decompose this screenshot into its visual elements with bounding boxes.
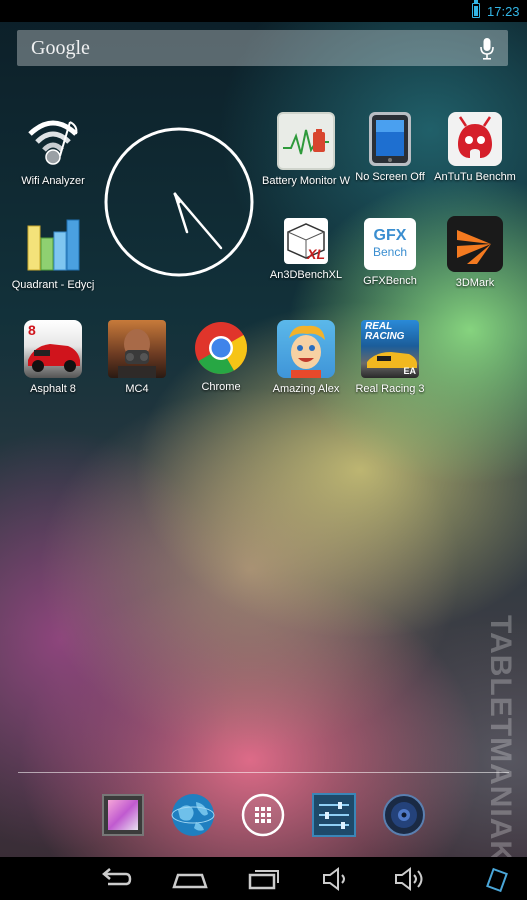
browser-globe-icon[interactable] (170, 792, 216, 838)
app-label: Asphalt 8 (30, 383, 76, 395)
recent-apps-icon[interactable] (244, 865, 284, 893)
app-quadrant[interactable]: Quadrant - Edycj (5, 216, 101, 291)
watermark-text: TABLETMANIAK (484, 615, 517, 864)
real-racing-3-icon: REAL RACING EA (361, 320, 419, 378)
quadrant-icon (24, 216, 82, 274)
status-time: 17:23 (487, 4, 520, 19)
all-apps-icon[interactable] (240, 792, 286, 838)
app-3dmark[interactable]: 3DMark (427, 216, 523, 289)
volume-down-icon[interactable] (316, 865, 356, 893)
icon-text: EA (403, 366, 416, 376)
navigation-bar (0, 857, 527, 900)
home-icon[interactable] (170, 865, 210, 893)
analog-clock-icon[interactable] (103, 126, 255, 278)
icon-text: 8 (28, 322, 36, 338)
app-label: Amazing Alex (272, 383, 340, 395)
settings-icon[interactable] (311, 792, 357, 838)
app-asphalt-8[interactable]: 8 Asphalt 8 (5, 320, 101, 395)
antutu-icon (448, 112, 502, 166)
app-gfxbench[interactable]: GFX Bench GFXBench (342, 218, 438, 287)
screenshot-icon[interactable] (478, 865, 518, 893)
wifi-analyzer-icon (24, 112, 82, 170)
google-search-bar[interactable]: Google (17, 30, 508, 66)
app-label: Real Racing 3 (355, 383, 425, 395)
app-label: Wifi Analyzer (21, 175, 85, 187)
gallery-icon[interactable] (100, 792, 146, 838)
asphalt-8-icon: 8 (24, 320, 82, 378)
app-label: An3DBenchXL (269, 269, 343, 281)
app-battery-monitor[interactable]: Battery Monitor W (258, 112, 354, 187)
an3dbenchxl-icon: XL (284, 218, 328, 264)
icon-text: GFX (373, 227, 407, 244)
status-bar: 17:23 (0, 0, 527, 22)
app-chrome[interactable]: Chrome (173, 320, 269, 393)
music-speaker-icon[interactable] (381, 792, 427, 838)
app-label: 3DMark (455, 277, 495, 289)
icon-text: Bench (372, 245, 408, 259)
battery-monitor-icon (277, 112, 335, 170)
battery-icon (472, 0, 480, 18)
mc4-icon (108, 320, 166, 378)
mic-icon[interactable] (480, 38, 494, 60)
dock-divider (18, 772, 509, 773)
app-label: No Screen Off (355, 171, 425, 183)
amazing-alex-icon (277, 320, 335, 378)
app-label: MC4 (125, 383, 149, 395)
watermark: TABLETMANIAK (475, 615, 525, 864)
app-label: GFXBench (363, 275, 417, 287)
back-icon[interactable] (96, 865, 136, 893)
3dmark-icon (447, 216, 503, 272)
volume-up-icon[interactable] (390, 865, 430, 893)
app-antutu[interactable]: AnTuTu Benchm (427, 112, 523, 183)
search-label: Google (31, 37, 90, 59)
gfxbench-icon: GFX Bench (364, 218, 416, 270)
app-label: AnTuTu Benchm (434, 171, 516, 183)
chrome-icon (193, 320, 249, 376)
app-an3dbenchxl[interactable]: XL An3DBenchXL (258, 218, 354, 281)
app-mc4[interactable]: MC4 (89, 320, 185, 395)
app-label: Chrome (201, 381, 241, 393)
app-wifi-analyzer[interactable]: Wifi Analyzer (5, 112, 101, 187)
app-no-screen-off[interactable]: No Screen Off (342, 112, 438, 183)
app-label: Quadrant - Edycj (11, 279, 95, 291)
app-real-racing-3[interactable]: REAL RACING EA Real Racing 3 (342, 320, 438, 395)
app-amazing-alex[interactable]: Amazing Alex (258, 320, 354, 395)
app-label: Battery Monitor W (261, 175, 351, 187)
no-screen-off-icon (369, 112, 411, 166)
icon-text: XL (307, 246, 325, 262)
